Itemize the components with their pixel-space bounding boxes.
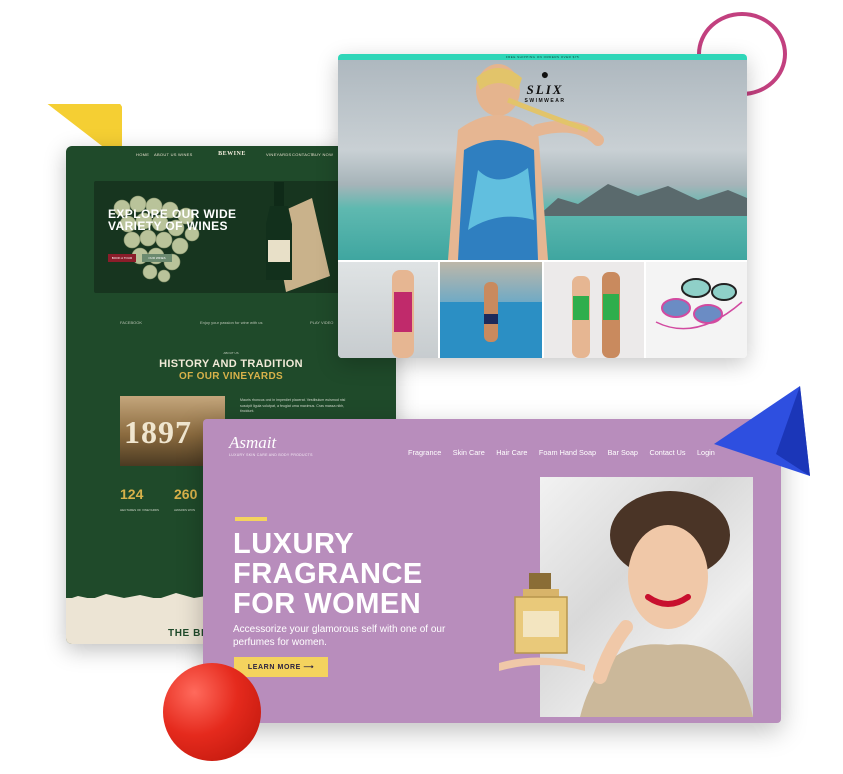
swimsuit-model-thumb-1: [392, 270, 414, 358]
fragrance-site-card[interactable]: Asmait LUXURY SKIN CARE AND BODY PRODUCT…: [203, 419, 781, 723]
stat-value-1: 124: [120, 486, 144, 502]
stat-value-2: 260: [174, 486, 198, 502]
product-thumb-2[interactable]: [440, 262, 542, 358]
stat-label-2: AWARDS WON: [174, 508, 196, 512]
wine-nav-home[interactable]: HOME: [136, 152, 149, 157]
product-thumb-4[interactable]: [646, 262, 747, 358]
slix-brand: SLIX: [526, 82, 564, 97]
about-paragraph: Mauris rhoncus orci in imperdiet placera…: [240, 398, 346, 413]
slix-logo[interactable]: ● SLIX SWIMWEAR: [510, 66, 580, 104]
asmait-tagline: LUXURY SKIN CARE AND BODY PRODUCTS: [229, 453, 313, 457]
asmait-logo[interactable]: Asmait: [229, 433, 276, 453]
wine-nav-contact[interactable]: CONTACT: [292, 152, 313, 157]
wine-hero-title: EXPLORE OUR WIDE VARIETY OF WINES: [108, 207, 237, 233]
nav-bar-soap[interactable]: Bar Soap: [608, 448, 638, 457]
wine-nav-about[interactable]: ABOUT US: [154, 152, 177, 157]
drop-icon: ●: [540, 66, 550, 82]
learn-more-button[interactable]: LEARN MORE ⟶: [234, 657, 328, 677]
grapes-image: [113, 195, 200, 283]
headline-line-3: FOR WOMEN: [233, 588, 422, 620]
year-text: 1897: [124, 414, 192, 450]
section-title: HISTORY AND TRADITION: [159, 358, 303, 370]
slix-brand-sub: SWIMWEAR: [524, 98, 566, 104]
headline-line-2: FRAGRANCE: [233, 558, 423, 590]
nav-contact-us[interactable]: Contact Us: [649, 448, 685, 457]
section-subtitle: OF OUR VINEYARDS: [179, 371, 283, 382]
our-wines-button[interactable]: OUR WINES: [142, 254, 172, 262]
wine-nav-wines[interactable]: WINES: [178, 152, 193, 157]
goggles-thumb: [655, 278, 743, 330]
nav-hair-care[interactable]: Hair Care: [496, 448, 527, 457]
headline-line-1: LUXURY: [233, 528, 355, 560]
nav-fragrance[interactable]: Fragrance: [408, 448, 441, 457]
hero-headline: LUXURY FRAGRANCE FOR WOMEN: [233, 529, 483, 619]
nav-foam-hand-soap[interactable]: Foam Hand Soap: [539, 448, 596, 457]
hero-subtext: Accessorize your glamorous self with one…: [233, 624, 446, 648]
wine-logo[interactable]: BEWINE: [212, 151, 252, 157]
product-thumb-1[interactable]: [338, 262, 438, 358]
pool-swimmer-thumb: [440, 282, 542, 358]
nav-skin-care[interactable]: Skin Care: [453, 448, 485, 457]
headline-accent-bar: [235, 517, 267, 521]
fragrance-nav: Fragrance Skin Care Hair Care Foam Hand …: [408, 442, 722, 460]
swimsuit-duo-thumb: [572, 272, 620, 358]
red-sphere-shape: [163, 663, 261, 761]
wine-nav-buy[interactable]: BUY NOW: [312, 152, 333, 157]
wine-nav-vineyards[interactable]: VINEYARDS: [266, 152, 292, 157]
stat-label-1: HECTARES OF VINEYARDS: [120, 508, 160, 512]
book-tour-button[interactable]: BOOK A TOUR: [108, 254, 136, 262]
perfume-bottle-image: [499, 573, 585, 671]
blue-triangle-shape: [714, 386, 810, 476]
product-thumb-3[interactable]: [544, 262, 644, 358]
play-video-link[interactable]: PLAY VIDEO: [310, 320, 333, 325]
strip-tagline: Enjoy your passion for wine with us: [200, 320, 263, 325]
facebook-link[interactable]: FACEBOOK: [120, 320, 142, 325]
swimwear-site-card[interactable]: FREE SHIPPING ON ORDERS OVER $75 ● SLIX …: [338, 54, 747, 358]
wine-bottle-image: [266, 182, 330, 292]
